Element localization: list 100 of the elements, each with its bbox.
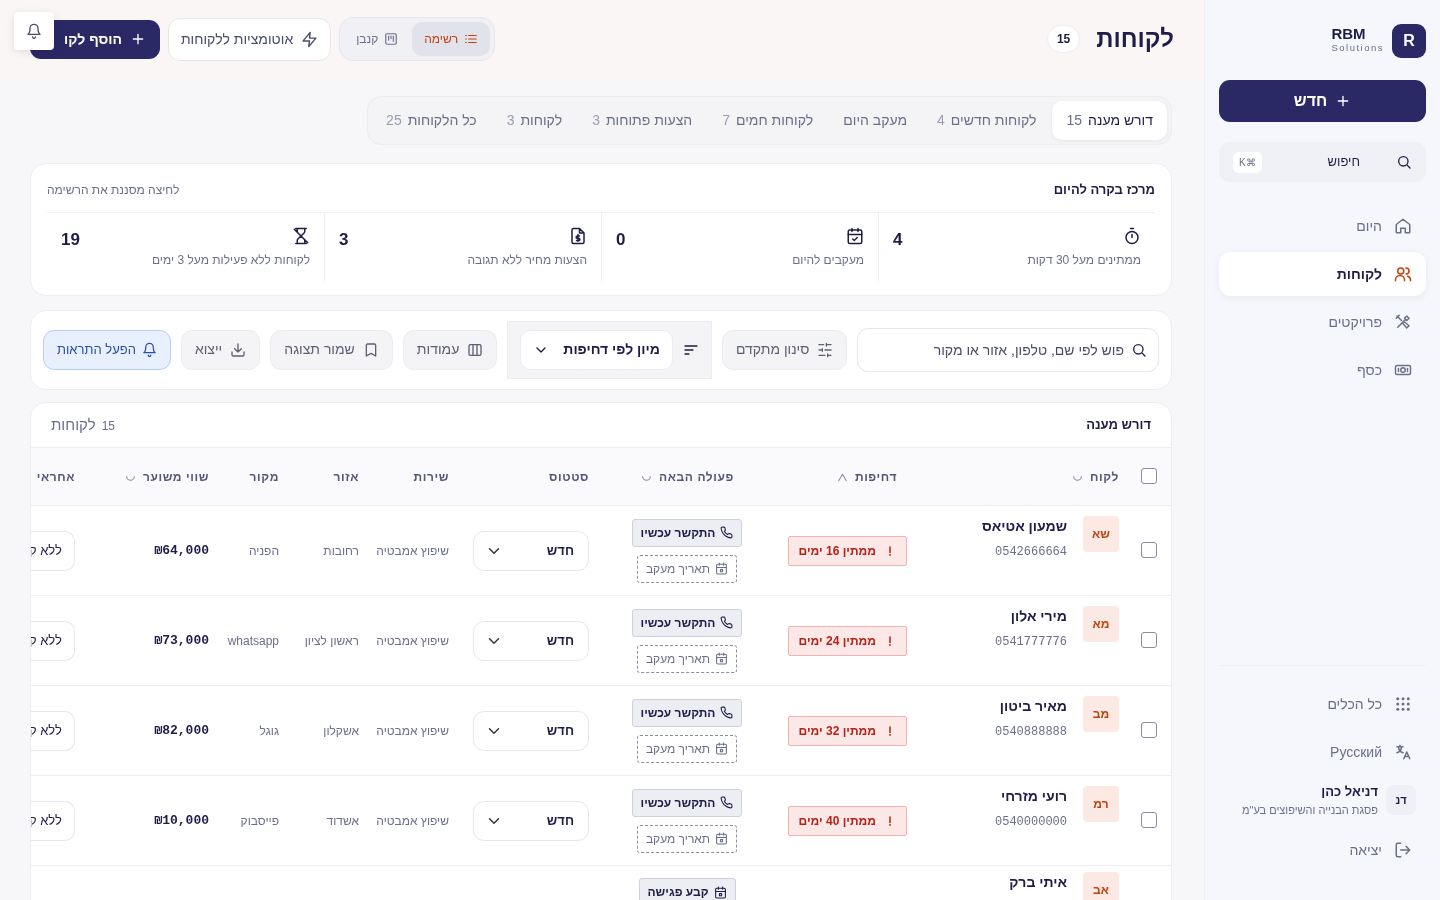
new-button[interactable]: חדש	[1219, 80, 1426, 122]
phone-number: 0540000000	[995, 814, 1067, 831]
logo-mark: R	[1392, 24, 1426, 58]
source-text: גוגל	[259, 723, 279, 738]
nav-item[interactable]: Русский	[1219, 730, 1426, 774]
calendar-icon	[715, 742, 729, 755]
service-text: שיפוץ אמבטיה	[376, 723, 449, 738]
column-header[interactable]: מקור	[249, 469, 279, 484]
count-badge: 15	[1046, 25, 1081, 53]
brand-name: RBM	[1331, 26, 1366, 42]
column-header[interactable]: אחראי	[36, 469, 75, 484]
client-name[interactable]: שמעון אטיאס	[981, 516, 1067, 537]
status-select[interactable]: חדש	[473, 530, 589, 571]
stopwatch-icon	[1123, 226, 1141, 245]
follow-up-button[interactable]: תאריך מעקב	[636, 824, 738, 853]
sliders-icon	[817, 341, 834, 358]
company-name: פסגת הבנייה והשיפוצים בע"מ	[1241, 802, 1378, 818]
calendar-icon	[715, 832, 729, 845]
save-view-button[interactable]: שמור תצוגה	[270, 329, 393, 370]
grid-icon	[1394, 695, 1412, 713]
column-header[interactable]: לקוח	[1090, 469, 1119, 484]
download-icon	[230, 341, 247, 358]
row-checkbox[interactable]	[1141, 811, 1157, 828]
client-name[interactable]: איתי ברק	[1009, 872, 1067, 893]
value-text: ₪82,000	[154, 722, 209, 738]
client-name[interactable]: מירי אלון	[995, 606, 1067, 627]
stat-label: לקוחות ללא פעילות מעל 3 ימים	[151, 251, 310, 269]
translate-icon	[1394, 743, 1412, 761]
stat-label: ממתינים מעל 30 דקות	[1027, 251, 1141, 269]
source-text: whatsapp	[227, 633, 279, 648]
calendar-check-icon	[846, 226, 864, 245]
calendar-icon	[713, 885, 727, 899]
row-checkbox[interactable]	[1141, 541, 1157, 558]
column-header[interactable]: פעולה הבאה	[659, 469, 734, 484]
client-avatar: מא	[1083, 606, 1119, 642]
page-title: לקוחות	[1096, 24, 1174, 54]
count-text: 15	[101, 417, 116, 435]
follow-up-button[interactable]: תאריך מעקב	[636, 554, 738, 583]
client-avatar: רמ	[1083, 786, 1119, 822]
area-text: ראשון לציון	[304, 633, 359, 648]
column-header[interactable]: שירות	[413, 469, 449, 484]
nav-item[interactable]: כסף	[1219, 348, 1426, 392]
view-tab[interactable]: קנבן	[344, 22, 411, 56]
action-button[interactable]: התקשר עכשיו	[631, 698, 743, 727]
people-icon	[1394, 265, 1412, 283]
follow-up-button[interactable]: תאריך מעקב	[636, 644, 738, 673]
column-header[interactable]: דחיפות	[854, 469, 897, 484]
status-select[interactable]: חדש	[473, 710, 589, 751]
automations-button[interactable]: אוטומציות ללקוחות	[167, 17, 332, 61]
service-text: שיפוץ אמבטיה	[376, 813, 449, 828]
client-avatar: שא	[1083, 516, 1119, 552]
export-button[interactable]: ייצוא	[180, 329, 261, 370]
filter-button[interactable]: סינון מתקדם	[721, 329, 848, 370]
row-checkbox[interactable]	[1141, 631, 1157, 648]
user-avatar: דנ	[1386, 785, 1416, 815]
phone-icon	[720, 526, 734, 539]
value-text: ₪73,000	[154, 632, 209, 648]
client-name[interactable]: מאיר ביטון	[995, 696, 1067, 717]
client-name[interactable]: רועי מזרחי	[995, 786, 1067, 807]
user-name: דניאל כהן	[1320, 783, 1378, 801]
status-select[interactable]: חדש	[473, 620, 589, 661]
column-header[interactable]: אזור	[333, 469, 359, 484]
action-button[interactable]: התקשר עכשיו	[631, 788, 743, 817]
client-avatar: אב	[1083, 872, 1119, 900]
stat-label: הצעות מחיר ללא תגובה	[467, 251, 587, 269]
urgency-badge: ממתין 24 ימים	[787, 625, 907, 656]
area-text: רחובות	[323, 543, 359, 558]
calendar-icon	[715, 562, 729, 575]
logout-link[interactable]: יציאה	[1219, 828, 1426, 872]
sort-select[interactable]: מיון לפי דחיפות	[520, 329, 673, 370]
search-field[interactable]: פוש לפי שם, טלפון, אזור או מקור	[857, 327, 1159, 372]
nav-item[interactable]: כל הכלים	[1219, 682, 1426, 726]
value-text: ₪64,000	[154, 542, 209, 558]
column-header[interactable]: שווי משוער	[142, 469, 209, 484]
action-button[interactable]: קבע פגישה	[638, 878, 736, 900]
tools-icon	[1394, 313, 1412, 331]
phone-number: 0540888888	[995, 724, 1067, 741]
stat-value: 19	[61, 228, 80, 251]
calendar-icon	[715, 652, 729, 665]
columns-button[interactable]: עמודות	[402, 329, 498, 370]
row-checkbox[interactable]	[1141, 721, 1157, 738]
nav-item[interactable]: פרויקטים	[1219, 300, 1426, 344]
action-button[interactable]: התקשר עכשיו	[631, 518, 743, 547]
status-select[interactable]: חדש	[473, 800, 589, 841]
follow-up-button[interactable]: תאריך מעקב	[636, 734, 738, 763]
service-text: שיפוץ אמבטיה	[376, 633, 449, 648]
column-header[interactable]: סטטוס	[549, 469, 589, 484]
home-icon	[1394, 217, 1412, 235]
urgency-badge: ממתין 32 ימים	[787, 715, 907, 746]
action-button[interactable]: התקשר עכשיו	[631, 608, 743, 637]
filter-tab[interactable]: מעקב היום	[829, 101, 922, 140]
kanban-icon	[384, 32, 399, 46]
stat-label: מעקבים להיום	[792, 251, 864, 269]
alerts-button[interactable]: הפעל התראות	[43, 329, 171, 370]
nav-item[interactable]: היום	[1219, 204, 1426, 248]
nav-item[interactable]: לקוחות	[1219, 252, 1426, 296]
notifications-button[interactable]	[14, 12, 54, 50]
select-all-checkbox[interactable]	[1141, 467, 1157, 484]
hourglass-icon	[292, 226, 310, 245]
view-tab[interactable]: רשימה	[412, 22, 491, 56]
